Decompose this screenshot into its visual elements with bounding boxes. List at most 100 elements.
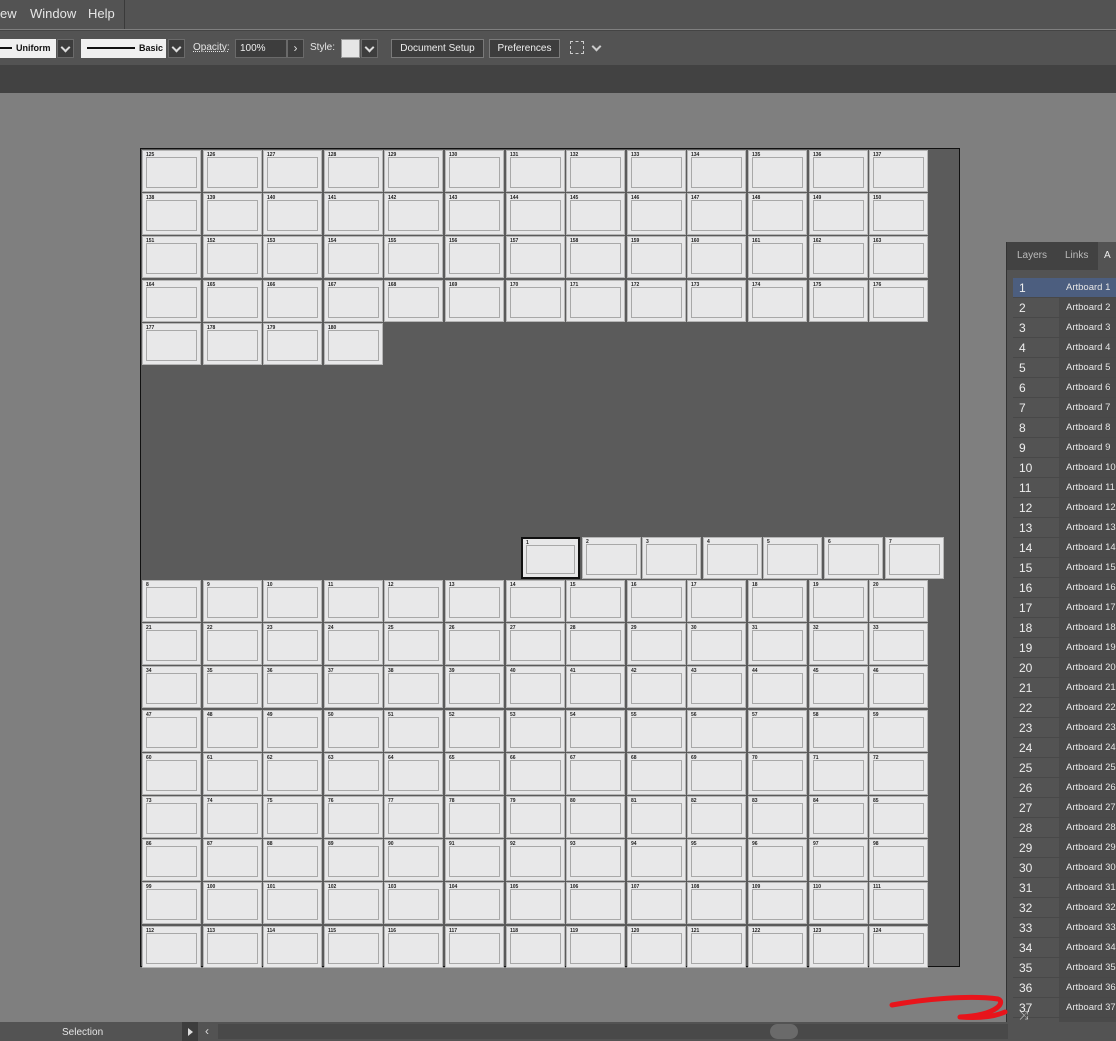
artboard-tile[interactable]: 80 xyxy=(566,796,625,838)
artboard-tile[interactable]: 42 xyxy=(627,666,686,709)
artboard-tile[interactable]: 38 xyxy=(384,666,443,709)
tab-layers[interactable]: Layers xyxy=(1017,250,1047,261)
artboard-tile[interactable]: 138 xyxy=(142,193,201,236)
artboard-list-item[interactable]: 29 Artboard 29 xyxy=(1013,838,1116,858)
artboard-tile[interactable]: 26 xyxy=(445,623,504,666)
artboard-tile[interactable]: 158 xyxy=(566,236,625,279)
artboard-tile[interactable]: 178 xyxy=(203,322,262,365)
artboard-name[interactable]: Artboard 32 xyxy=(1059,898,1116,917)
artboard-tile[interactable]: 149 xyxy=(809,193,868,236)
artboard-tile[interactable]: 144 xyxy=(506,193,565,236)
artboard-tile[interactable]: 70 xyxy=(748,752,807,795)
artboard-tile[interactable]: 165 xyxy=(203,279,262,322)
artboard-list-item[interactable]: 11 Artboard 11 xyxy=(1013,478,1116,498)
artboard-tile[interactable]: 43 xyxy=(687,666,746,709)
artboard-tile[interactable]: 171 xyxy=(566,279,625,322)
artboard-tile[interactable]: 147 xyxy=(687,193,746,236)
artboard-tile[interactable]: 74 xyxy=(203,796,262,838)
artboard-tile[interactable]: 44 xyxy=(748,666,807,709)
menu-view[interactable]: ew xyxy=(0,6,17,21)
artboard-tile[interactable]: 152 xyxy=(203,236,262,279)
artboard-list-item[interactable]: 6 Artboard 6 xyxy=(1013,378,1116,398)
artboard-tile[interactable]: 89 xyxy=(324,839,383,882)
artboard-tile[interactable]: 162 xyxy=(809,236,868,279)
artboard-tile[interactable]: 137 xyxy=(869,150,928,192)
artboard-tile[interactable]: 109 xyxy=(748,882,807,925)
artboard-tile[interactable]: 119 xyxy=(566,925,625,968)
artboard-name[interactable]: Artboard 11 xyxy=(1059,478,1116,497)
artboard-name[interactable]: Artboard 6 xyxy=(1059,378,1116,397)
artboard-tile[interactable]: 30 xyxy=(687,623,746,666)
artboard-tile[interactable]: 143 xyxy=(445,193,504,236)
artboard-list-item[interactable]: 12 Artboard 12 xyxy=(1013,498,1116,518)
artboard-tile[interactable]: 16 xyxy=(627,580,686,622)
artboard-list-item[interactable]: 2 Artboard 2 xyxy=(1013,298,1116,318)
artboard-name[interactable]: Artboard 12 xyxy=(1059,498,1116,517)
artboard-tile[interactable]: 123 xyxy=(809,925,868,968)
artboard-tile[interactable]: 177 xyxy=(142,322,201,365)
artboard-tile[interactable]: 129 xyxy=(384,150,443,192)
artboard-tile[interactable]: 145 xyxy=(566,193,625,236)
artboard-tile[interactable]: 160 xyxy=(687,236,746,279)
artboard-name[interactable]: Artboard 25 xyxy=(1059,758,1116,777)
artboard-tile[interactable]: 180 xyxy=(324,322,383,365)
opacity-arrow-icon[interactable]: › xyxy=(287,39,304,58)
artboard-tile[interactable]: 67 xyxy=(566,752,625,795)
artboard-list-item[interactable]: 33 Artboard 33 xyxy=(1013,918,1116,938)
artboard-tile[interactable]: 19 xyxy=(809,580,868,622)
artboard-tile[interactable]: 151 xyxy=(142,236,201,279)
artboard-tile[interactable]: 71 xyxy=(809,752,868,795)
artboard-tile[interactable]: 53 xyxy=(506,709,565,752)
artboard-name[interactable]: Artboard 5 xyxy=(1059,358,1116,377)
artboard-name[interactable]: Artboard 17 xyxy=(1059,598,1116,617)
tab-artboards[interactable]: A xyxy=(1098,242,1116,270)
artboard-tile[interactable]: 7 xyxy=(885,537,944,579)
artboard-tile[interactable]: 141 xyxy=(324,193,383,236)
artboard-tile[interactable]: 29 xyxy=(627,623,686,666)
artboard-list-item[interactable]: 9 Artboard 9 xyxy=(1013,438,1116,458)
artboard-name[interactable]: Artboard 27 xyxy=(1059,798,1116,817)
artboard-tile[interactable]: 59 xyxy=(869,709,928,752)
artboard-list-item[interactable]: 21 Artboard 21 xyxy=(1013,678,1116,698)
artboard-tile[interactable]: 155 xyxy=(384,236,443,279)
artboard-tile[interactable]: 111 xyxy=(869,882,928,925)
artboard-tile[interactable]: 150 xyxy=(869,193,928,236)
artboard-tile[interactable]: 148 xyxy=(748,193,807,236)
artboard-list-item[interactable]: 36 Artboard 36 xyxy=(1013,978,1116,998)
artboard-name[interactable]: Artboard 9 xyxy=(1059,438,1116,457)
artboard-tile[interactable]: 116 xyxy=(384,925,443,968)
artboard-tile[interactable]: 32 xyxy=(809,623,868,666)
style-swatch[interactable] xyxy=(341,39,360,58)
artboard-tile[interactable]: 12 xyxy=(384,580,443,622)
artboard-tile[interactable]: 104 xyxy=(445,882,504,925)
artboard-tile[interactable]: 169 xyxy=(445,279,504,322)
artboard-tile[interactable]: 20 xyxy=(869,580,928,622)
opacity-label[interactable]: Opacity: xyxy=(193,42,230,53)
artboard-list-item[interactable]: 20 Artboard 20 xyxy=(1013,658,1116,678)
artboard-tile[interactable]: 101 xyxy=(263,882,322,925)
artboard-list-item[interactable]: 30 Artboard 30 xyxy=(1013,858,1116,878)
artboard-tile[interactable]: 25 xyxy=(384,623,443,666)
artboard-tile[interactable]: 84 xyxy=(809,796,868,838)
artboard-list-item[interactable]: 19 Artboard 19 xyxy=(1013,638,1116,658)
artboard-list-item[interactable]: 28 Artboard 28 xyxy=(1013,818,1116,838)
artboard-name[interactable]: Artboard 31 xyxy=(1059,878,1116,897)
menu-window[interactable]: Window xyxy=(30,6,76,21)
artboard-name[interactable]: Artboard 30 xyxy=(1059,858,1116,877)
artboard-tile[interactable]: 110 xyxy=(809,882,868,925)
artboard-list-item[interactable]: 18 Artboard 18 xyxy=(1013,618,1116,638)
artboard-tile[interactable]: 146 xyxy=(627,193,686,236)
artboard-list-item[interactable]: 27 Artboard 27 xyxy=(1013,798,1116,818)
artboard-name[interactable]: Artboard 20 xyxy=(1059,658,1116,677)
artboard-list-item[interactable]: 34 Artboard 34 xyxy=(1013,938,1116,958)
artboard-tile[interactable]: 54 xyxy=(566,709,625,752)
artboard-tile[interactable]: 33 xyxy=(869,623,928,666)
artboard-list-item[interactable]: 32 Artboard 32 xyxy=(1013,898,1116,918)
artboard-name[interactable]: Artboard 36 xyxy=(1059,978,1116,997)
artboard-tile[interactable]: 114 xyxy=(263,925,322,968)
artboard-tile[interactable]: 66 xyxy=(506,752,565,795)
artboard-tile[interactable]: 106 xyxy=(566,882,625,925)
menu-help[interactable]: Help xyxy=(88,6,115,21)
artboard-tile[interactable]: 170 xyxy=(506,279,565,322)
artboard-tile[interactable]: 50 xyxy=(324,709,383,752)
